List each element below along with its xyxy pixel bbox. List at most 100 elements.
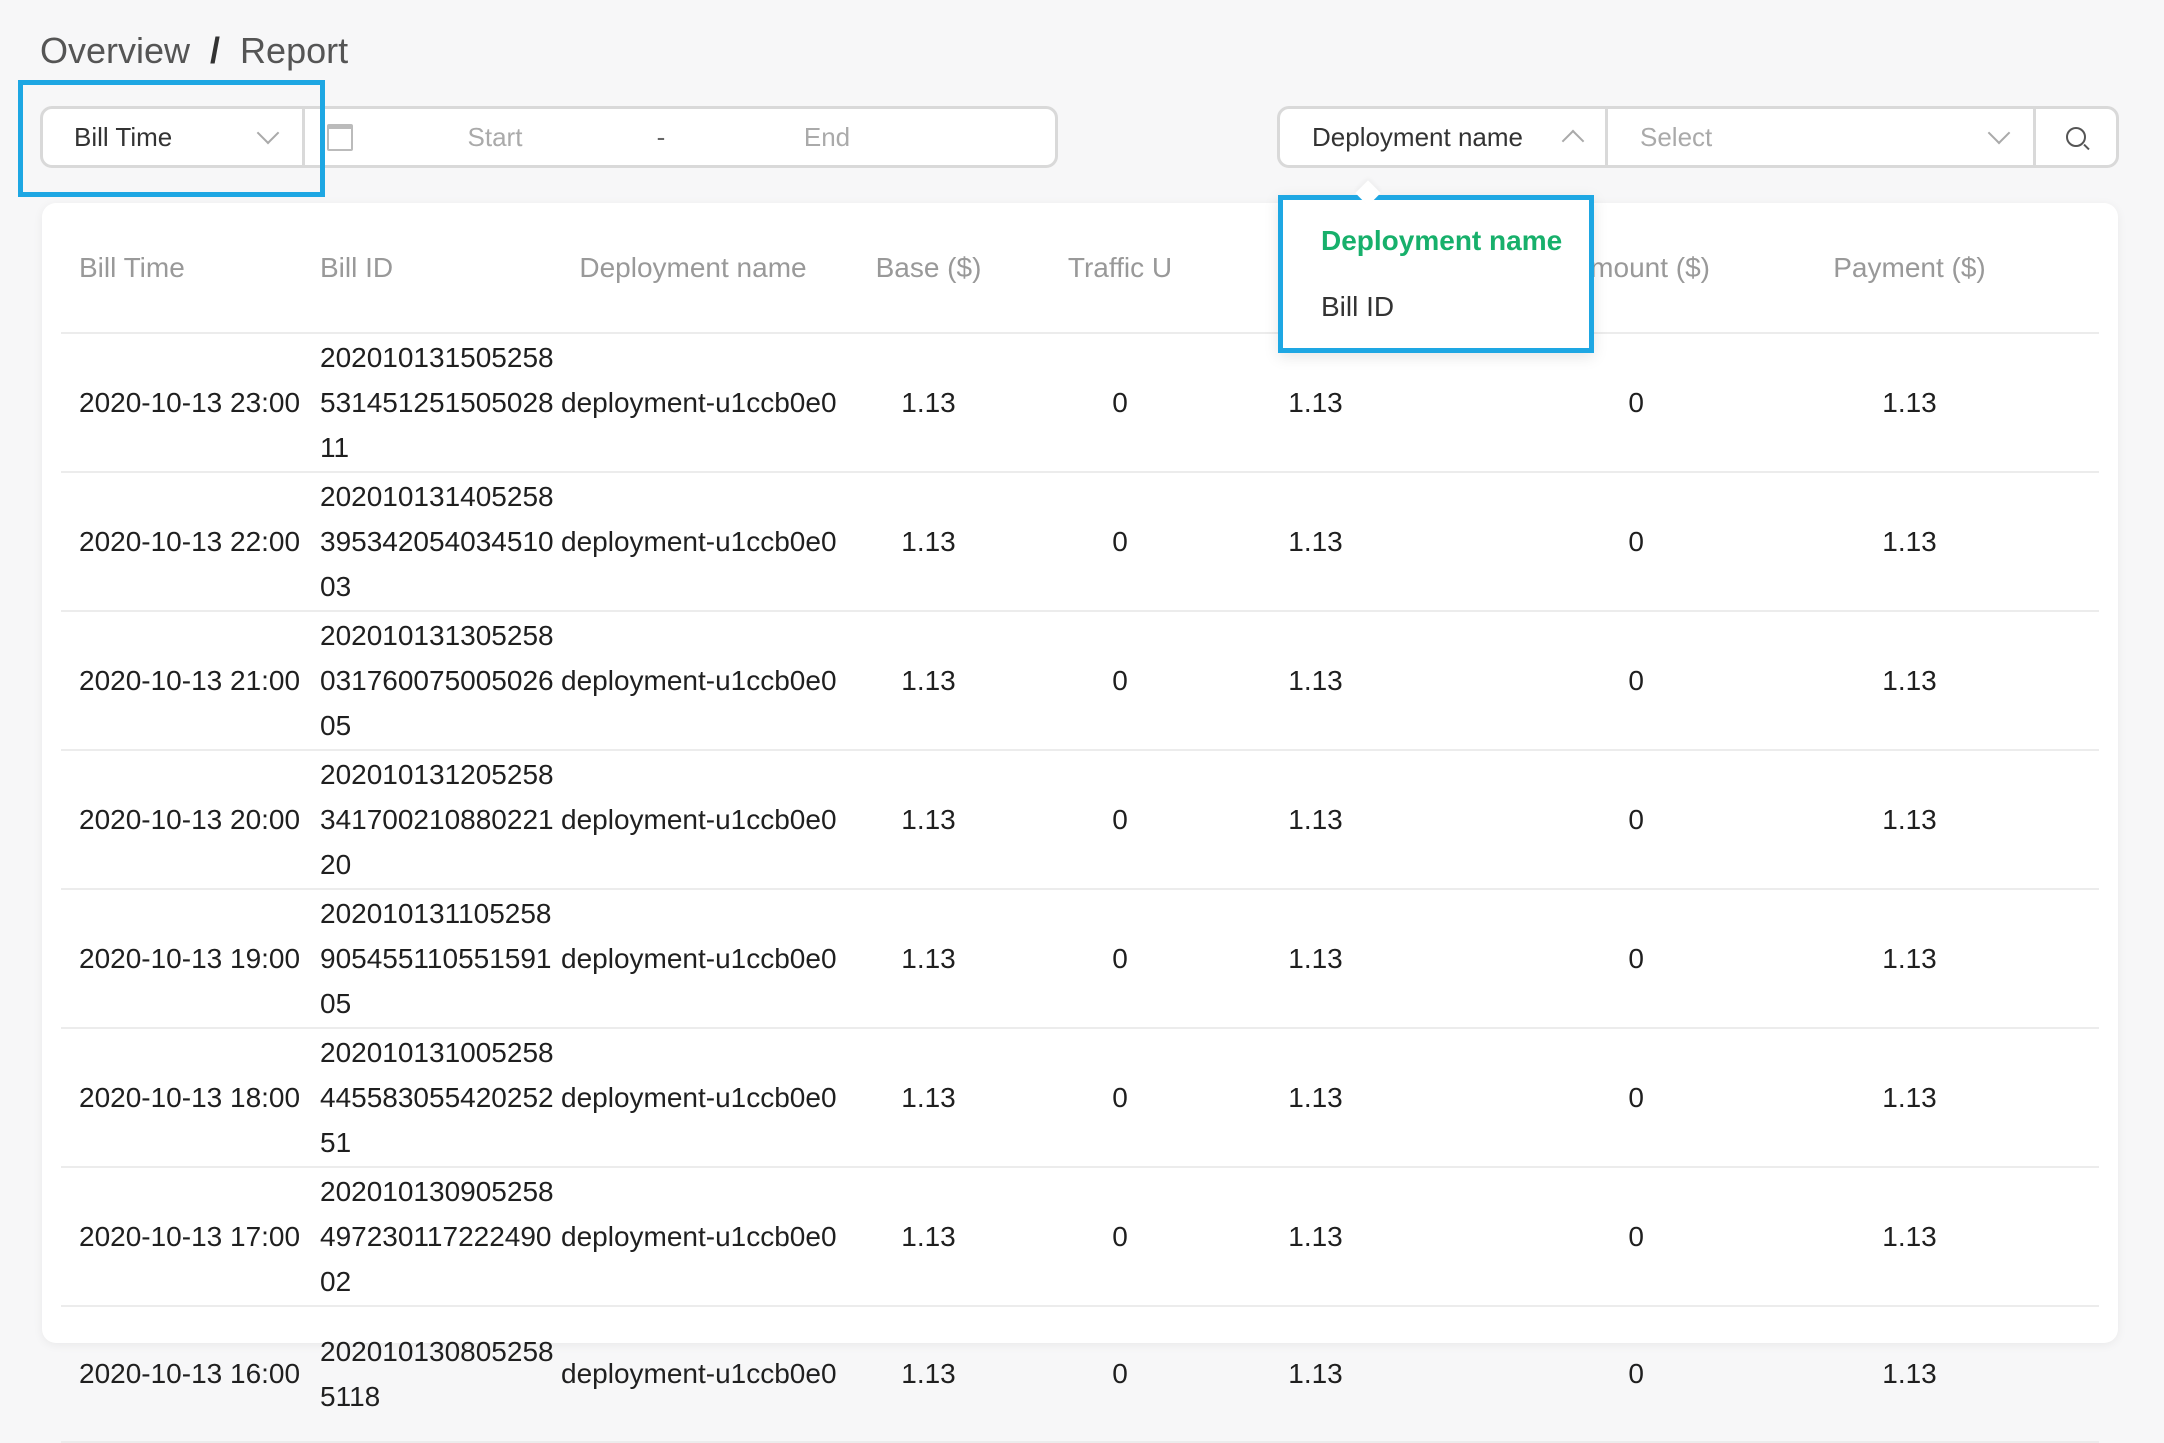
cell-deployment-name: deployment-u1ccb0e0 [560, 889, 837, 1029]
search-button[interactable] [2036, 109, 2116, 165]
report-table: Bill Time Bill ID Deployment name Base (… [61, 203, 2099, 1443]
table-row: 2020-10-13 17:00 202010130905258497230117… [61, 1167, 2099, 1307]
table-row: 2020-10-13 21:00 202010131305258031760075… [61, 611, 2099, 751]
chevron-up-icon [1561, 129, 1585, 153]
cell-base: 1.13 [826, 750, 1031, 890]
cell-traffic: 0 [1031, 1028, 1209, 1168]
table-header-row: Bill Time Bill ID Deployment name Base (… [61, 203, 2099, 334]
column-header-bill-id: Bill ID [310, 203, 560, 334]
cell-traffic: 0 [1031, 889, 1209, 1029]
cell-deduction-amount: 0 [1422, 333, 1720, 473]
cell-amount: 1.13 [1209, 472, 1422, 612]
search-icon [2066, 127, 2086, 147]
breadcrumb-overview-link[interactable]: Overview [40, 30, 190, 72]
search-filter: Deployment name Select [1277, 106, 2119, 168]
cell-amount: 1.13 [1209, 750, 1422, 890]
cell-deployment-name: deployment-u1ccb0e0 [560, 1028, 837, 1168]
cell-base: 1.13 [826, 1167, 1031, 1307]
column-header-payment: Payment ($) [1720, 203, 2099, 334]
cell-deployment-name: deployment-u1ccb0e0 [560, 472, 837, 612]
search-value-placeholder: Select [1640, 121, 1713, 152]
cell-bill-time: 2020-10-13 22:00 [61, 472, 310, 612]
cell-traffic: 0 [1031, 1167, 1209, 1307]
search-field-value: Deployment name [1312, 121, 1523, 152]
cell-payment: 1.13 [1720, 750, 2099, 890]
dropdown-option-bill-id[interactable]: Bill ID [1283, 274, 1589, 340]
cell-deduction-amount: 0 [1422, 750, 1720, 890]
cell-bill-time: 2020-10-13 17:00 [61, 1167, 310, 1307]
cell-amount: 1.13 [1209, 1167, 1422, 1307]
cell-amount: 1.13 [1209, 889, 1422, 1029]
search-field-dropdown: Deployment name Bill ID [1278, 195, 1594, 353]
chevron-down-icon [1987, 121, 2011, 145]
chevron-down-icon [256, 121, 280, 145]
cell-base: 1.13 [826, 333, 1031, 473]
cell-payment: 1.13 [1720, 611, 2099, 751]
cell-deployment-name: deployment-u1ccb0e0 [560, 750, 837, 890]
table-row: 2020-10-13 18:00 202010131005258445583055… [61, 1028, 2099, 1168]
cell-amount: 1.13 [1209, 1306, 1422, 1443]
cell-bill-id: 2020101308052585118 [310, 1306, 560, 1443]
cell-bill-id: 20201013100525844558305542025251 [310, 1028, 560, 1168]
cell-base: 1.13 [826, 889, 1031, 1029]
cell-traffic: 0 [1031, 611, 1209, 751]
time-type-value: Bill Time [74, 121, 173, 152]
breadcrumb-separator: / [210, 30, 221, 71]
column-header-base: Base ($) [826, 203, 1031, 334]
cell-payment: 1.13 [1720, 472, 2099, 612]
search-field-select[interactable]: Deployment name [1280, 109, 1608, 165]
cell-bill-id: 20201013110525890545511055159105 [310, 889, 560, 1029]
cell-amount: 1.13 [1209, 611, 1422, 751]
column-header-bill-time: Bill Time [61, 203, 310, 334]
cell-base: 1.13 [826, 1028, 1031, 1168]
cell-deduction-amount: 0 [1422, 1306, 1720, 1443]
cell-bill-id: 20201013130525803176007500502605 [310, 611, 560, 751]
cell-traffic: 0 [1031, 333, 1209, 473]
cell-bill-time: 2020-10-13 19:00 [61, 889, 310, 1029]
date-start-input[interactable]: Start [353, 122, 637, 153]
cell-bill-time: 2020-10-13 21:00 [61, 611, 310, 751]
cell-bill-time: 2020-10-13 16:00 [61, 1306, 310, 1443]
cell-traffic: 0 [1031, 472, 1209, 612]
cell-deduction-amount: 0 [1422, 611, 1720, 751]
table-row: 2020-10-13 19:00 202010131105258905455110… [61, 889, 2099, 1029]
cell-base: 1.13 [826, 472, 1031, 612]
breadcrumb-current: Report [240, 30, 349, 71]
table-row: 2020-10-13 22:00 202010131405258395342054… [61, 472, 2099, 612]
breadcrumb: Overview / Report [40, 30, 348, 72]
cell-payment: 1.13 [1720, 333, 2099, 473]
cell-bill-id: 20201013150525853145125150502811 [310, 333, 560, 473]
cell-payment: 1.13 [1720, 889, 2099, 1029]
table-row: 2020-10-13 20:00 202010131205258341700210… [61, 750, 2099, 890]
date-range-separator: - [656, 121, 666, 152]
cell-bill-id: 20201013120525834170021088022120 [310, 750, 560, 890]
cell-deployment-name: deployment-u1ccb0e0 [560, 333, 837, 473]
time-type-select[interactable]: Bill Time [43, 109, 305, 165]
calendar-icon [327, 123, 353, 151]
cell-bill-id: 20201013140525839534205403451003 [310, 472, 560, 612]
cell-bill-time: 2020-10-13 20:00 [61, 750, 310, 890]
cell-base: 1.13 [826, 611, 1031, 751]
cell-bill-time: 2020-10-13 18:00 [61, 1028, 310, 1168]
date-filter: Bill Time Start - End [40, 106, 1058, 168]
cell-bill-id: 20201013090525849723011722249002 [310, 1167, 560, 1307]
cell-deduction-amount: 0 [1422, 1028, 1720, 1168]
cell-traffic: 0 [1031, 1306, 1209, 1443]
date-end-input[interactable]: End [685, 122, 969, 153]
table-row: 2020-10-13 16:00 2020101308052585118 deplo… [61, 1306, 2099, 1443]
date-range-picker[interactable]: Start - End [305, 122, 1055, 153]
cell-traffic: 0 [1031, 750, 1209, 890]
dropdown-option-deployment-name[interactable]: Deployment name [1283, 208, 1589, 274]
cell-deployment-name: deployment-u1ccb0e0 [560, 1306, 837, 1443]
cell-amount: 1.13 [1209, 333, 1422, 473]
cell-amount: 1.13 [1209, 1028, 1422, 1168]
cell-payment: 1.13 [1720, 1167, 2099, 1307]
search-value-select[interactable]: Select [1608, 109, 2036, 165]
cell-deduction-amount: 0 [1422, 1167, 1720, 1307]
cell-deduction-amount: 0 [1422, 889, 1720, 1029]
cell-deduction-amount: 0 [1422, 472, 1720, 612]
table-row: 2020-10-13 23:00 202010131505258531451251… [61, 333, 2099, 473]
cell-payment: 1.13 [1720, 1306, 2099, 1443]
cell-deployment-name: deployment-u1ccb0e0 [560, 1167, 837, 1307]
cell-deployment-name: deployment-u1ccb0e0 [560, 611, 837, 751]
